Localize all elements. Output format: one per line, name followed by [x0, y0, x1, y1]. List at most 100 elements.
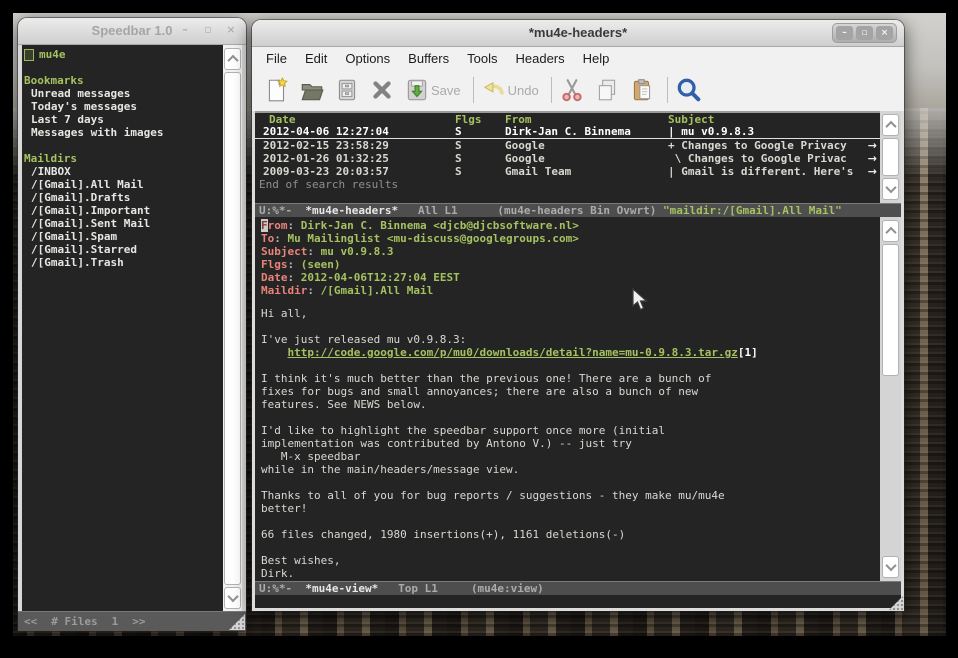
cell-subject: | Gmail is different. Here's	[668, 165, 880, 178]
headers-column-row[interactable]: DateFlgsFromSubject	[255, 111, 880, 126]
field-label: Subject	[261, 245, 307, 258]
save-button[interactable]: Save	[404, 77, 461, 103]
undo-icon	[481, 77, 507, 103]
speedbar-item[interactable]: /INBOX	[22, 165, 223, 178]
cell-subject: | mu v0.9.8.3	[668, 126, 880, 138]
truncation-arrow-icon: →	[868, 152, 877, 165]
message-row[interactable]: 2012-04-06 12:27:04SDirk-Jan C. Binnema|…	[255, 126, 880, 139]
new-file-button[interactable]	[264, 77, 290, 103]
file-cabinet-icon	[334, 77, 360, 103]
cell-flags: S	[455, 152, 505, 165]
undo-label: Undo	[508, 83, 539, 98]
field-colon: :	[274, 232, 281, 245]
field-colon: :	[307, 245, 314, 258]
field-value: (seen)	[301, 258, 341, 271]
message-field-to: To: Mu Mailinglist <mu-discuss@googlegro…	[261, 232, 880, 245]
search-button[interactable]	[675, 76, 703, 104]
minibuffer[interactable]	[255, 595, 901, 608]
scroll-up-button[interactable]	[882, 220, 899, 242]
chevron-up-icon	[885, 121, 896, 132]
maximize-button[interactable]: ▫	[856, 26, 873, 40]
modeline-segment: *mu4e-headers*	[305, 204, 398, 217]
toolbar-separator	[473, 77, 474, 103]
menu-tools[interactable]: Tools	[458, 49, 506, 68]
minimize-button[interactable]: –	[836, 26, 853, 40]
statusbar-segment[interactable]: <<	[24, 612, 37, 631]
menu-headers[interactable]: Headers	[506, 49, 573, 68]
menu-buffers[interactable]: Buffers	[399, 49, 458, 68]
emacs-window-title: *mu4e-headers*	[252, 25, 904, 40]
scrollbar-thumb[interactable]	[882, 244, 899, 376]
speedbar-item[interactable]: Unread messages	[22, 87, 223, 100]
scroll-down-button[interactable]	[882, 556, 899, 578]
view-scrollbar[interactable]	[880, 217, 901, 581]
scroll-down-button[interactable]	[224, 587, 241, 609]
field-colon: :	[288, 219, 295, 232]
chevron-up-icon	[227, 55, 238, 66]
speedbar-item[interactable]: /[Gmail].Starred	[22, 243, 223, 256]
paste-button[interactable]	[629, 77, 655, 103]
close-button[interactable]: ×	[225, 23, 237, 36]
speedbar-window-buttons: –▫ ×	[179, 23, 237, 36]
field-value: mu v0.9.8.3	[321, 245, 394, 258]
emacs-titlebar[interactable]: *mu4e-headers* –▫×	[252, 20, 904, 47]
cell-subject: + Changes to Google Privacy	[668, 139, 880, 152]
emacs-cursor: F	[261, 219, 268, 232]
speedbar-item[interactable]: Last 7 days	[22, 113, 223, 126]
toolbar-separator	[551, 77, 552, 103]
message-field-subject: Subject: mu v0.9.8.3	[261, 245, 880, 258]
scroll-up-button[interactable]	[224, 48, 241, 70]
copy-button[interactable]	[594, 77, 620, 103]
field-value: /[Gmail].All Mail	[321, 284, 434, 297]
speedbar-item[interactable]: /[Gmail].Drafts	[22, 191, 223, 204]
footnote-ref: [1]	[738, 346, 758, 359]
scroll-up-button[interactable]	[882, 114, 899, 136]
speedbar-titlebar[interactable]: Speedbar 1.0 –▫×	[18, 18, 246, 45]
cell-flags: S	[455, 126, 505, 138]
open-file-button[interactable]	[299, 77, 325, 103]
statusbar-segment[interactable]: >>	[132, 612, 145, 631]
body-line: http://code.google.com/p/mu0/downloads/d…	[261, 346, 880, 359]
speedbar-item[interactable]: /[Gmail].Spam	[22, 230, 223, 243]
message-row[interactable]: 2012-01-26 01:32:25SGoogle \ Changes to …	[255, 152, 880, 165]
speedbar-item[interactable]: Messages with images	[22, 126, 223, 139]
menu-file[interactable]: File	[257, 49, 296, 68]
body-line: I'd like to highlight the speedbar suppo…	[261, 424, 880, 437]
window-buttons: –▫×	[832, 23, 897, 43]
modeline-segment: *mu4e-view*	[305, 582, 378, 595]
scrollbar-thumb[interactable]	[882, 138, 899, 176]
message-row[interactable]: 2009-03-23 20:03:57SGmail Team| Gmail is…	[255, 165, 880, 178]
menu-help[interactable]: Help	[574, 49, 619, 68]
scrollbar-thumb[interactable]	[224, 72, 241, 585]
speedbar-statusbar: <<# Files1>>	[18, 611, 246, 631]
undo-button[interactable]: Undo	[481, 77, 539, 103]
column-header-flgs[interactable]: Flgs	[455, 113, 505, 126]
body-line: Best wishes,	[261, 554, 880, 567]
menu-options[interactable]: Options	[336, 49, 399, 68]
message-row[interactable]: 2012-02-15 23:58:29SGoogle+ Changes to G…	[255, 139, 880, 152]
message-link[interactable]: http://code.google.com/p/mu0/downloads/d…	[288, 346, 738, 359]
headers-scrollbar[interactable]	[880, 111, 901, 203]
cut-button[interactable]	[559, 77, 585, 103]
minimize-button[interactable]: –	[179, 23, 191, 36]
speedbar-item[interactable]: /[Gmail].Trash	[22, 256, 223, 269]
modeline-segment: U:%*-	[259, 582, 305, 595]
scroll-down-button[interactable]	[882, 178, 899, 200]
speedbar-item[interactable]: Today's messages	[22, 100, 223, 113]
speedbar-list: mu4eBookmarksUnread messagesToday's mess…	[22, 45, 223, 612]
speedbar-scrollbar[interactable]	[223, 45, 242, 612]
speedbar-item[interactable]: /[Gmail].Sent Mail	[22, 217, 223, 230]
speedbar-item[interactable]: /[Gmail].All Mail	[22, 178, 223, 191]
maximize-button[interactable]: ▫	[202, 23, 214, 36]
close-buffer-button[interactable]	[369, 77, 395, 103]
dired-button[interactable]	[334, 77, 360, 103]
close-button[interactable]: ×	[876, 26, 893, 40]
toolbar: Save Undo	[252, 69, 904, 112]
chevron-down-icon	[227, 591, 238, 602]
save-icon	[404, 77, 430, 103]
body-line	[261, 359, 880, 372]
speedbar-item[interactable]: /[Gmail].Important	[22, 204, 223, 217]
speedbar-item-mu4e[interactable]: mu4e	[22, 48, 223, 61]
menu-edit[interactable]: Edit	[296, 49, 336, 68]
body-line: Dirk.	[261, 567, 880, 580]
